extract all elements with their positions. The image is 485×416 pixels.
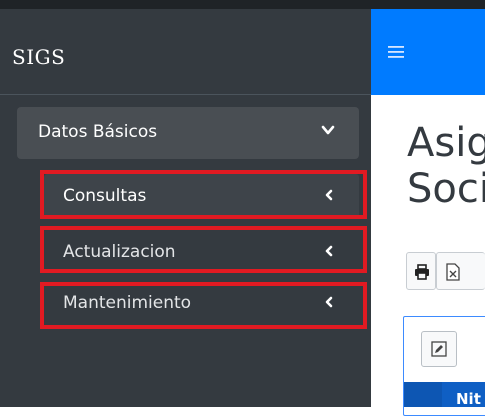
hamburger-icon[interactable] <box>388 46 404 58</box>
chevron-left-icon <box>325 296 333 308</box>
excel-button[interactable] <box>436 252 485 290</box>
table-header-nit[interactable]: Nit <box>456 390 481 408</box>
top-strip <box>0 0 485 9</box>
page-title-line1: Asig <box>407 120 485 166</box>
menu-datos-basicos-label: Datos Básicos <box>38 122 158 142</box>
sidebar-item-actualizacion[interactable]: Actualizacion <box>44 230 359 274</box>
sidebar: SIGS Datos Básicos Consultas Actualizaci… <box>0 9 371 407</box>
print-button[interactable] <box>406 252 436 290</box>
page-title: Asig Soci <box>407 120 485 212</box>
brand-text: SIGS <box>12 45 66 69</box>
print-icon <box>415 264 429 280</box>
sidebar-item-mantenimiento[interactable]: Mantenimiento <box>44 281 359 325</box>
chevron-left-icon <box>325 189 333 201</box>
sidebar-item-label: Mantenimiento <box>63 293 192 313</box>
chevron-down-icon <box>321 125 335 135</box>
table-header: Nit <box>404 382 485 408</box>
menu-datos-basicos[interactable]: Datos Básicos <box>17 107 359 159</box>
excel-icon <box>446 263 460 281</box>
page-title-line2: Soci <box>407 166 485 212</box>
pencil-icon <box>431 341 447 357</box>
chevron-left-icon <box>325 245 333 257</box>
sidebar-item-label: Actualizacion <box>63 242 176 262</box>
brand[interactable]: SIGS <box>0 9 371 95</box>
sidebar-item-label: Consultas <box>63 186 147 206</box>
sidebar-item-consultas[interactable]: Consultas <box>44 174 359 218</box>
table-header-cell <box>404 382 442 407</box>
edit-button[interactable] <box>421 331 457 367</box>
